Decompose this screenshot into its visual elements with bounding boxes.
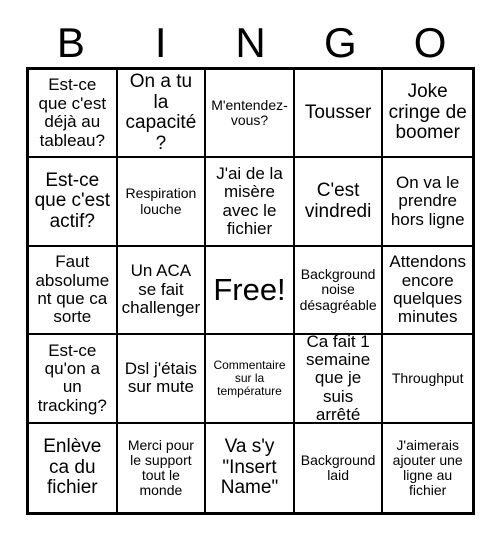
bingo-cell[interactable]: Joke cringe de boomer: [383, 70, 472, 159]
bingo-cell[interactable]: On va le prendre hors ligne: [383, 158, 472, 247]
bingo-header-letter-n: N: [235, 18, 266, 66]
bingo-cell-label: Faut absolument que ca sorte: [35, 252, 110, 327]
bingo-cell-label: Commentaire sur la température: [213, 357, 286, 398]
bingo-header-letter-o: O: [413, 18, 447, 66]
bingo-cell[interactable]: J'aimerais ajouter une ligne au fichier: [383, 423, 472, 512]
bingo-cell[interactable]: Est-ce que c'est déjà au tableau?: [29, 70, 118, 159]
bingo-cell[interactable]: C'est vindredi: [294, 158, 384, 247]
bingo-cell-label: Est-ce que c'est actif?: [34, 169, 111, 232]
bingo-cell-label: Dsl j'étais sur mute: [124, 359, 197, 397]
bingo-cell[interactable]: Background laid: [294, 423, 384, 512]
bingo-cell-label: On va le prendre hors ligne: [390, 173, 465, 229]
bingo-cell[interactable]: Ca fait 1 semaine que je suis arrêté: [294, 335, 384, 424]
bingo-cell-label: Respiration louche: [125, 185, 197, 217]
bingo-grid: Est-ce que c'est déjà au tableau? On a t…: [26, 67, 475, 515]
bingo-cell-label: Free!: [213, 272, 286, 308]
bingo-cell[interactable]: Attendons encore quelques minutes: [383, 246, 472, 336]
bingo-cell-label: Background laid: [300, 451, 376, 483]
bingo-card: B I N G O Est-ce que c'est déjà au table…: [0, 0, 501, 544]
bingo-header: B I N G O: [26, 18, 475, 67]
bingo-cell-label: Throughput: [391, 369, 464, 386]
bingo-cell-label: Joke cringe de boomer: [388, 81, 467, 144]
bingo-cell-label: Ca fait 1 semaine que je suis arrêté: [305, 335, 371, 424]
bingo-cell[interactable]: Respiration louche: [117, 158, 207, 247]
bingo-cell-label: Merci pour le support tout le monde: [127, 436, 194, 498]
bingo-cell-label: Un ACA se fait challenger: [121, 261, 201, 318]
bingo-cell-label: J'ai de la misère avec le fichier: [216, 163, 283, 238]
bingo-cell-label: Enlève ca du fichier: [43, 436, 102, 499]
bingo-cell-label: Background noise désagréable: [299, 266, 377, 313]
bingo-cell-label: Attendons encore quelques minutes: [389, 252, 466, 327]
bingo-header-letter-i: I: [154, 18, 167, 66]
bingo-cell[interactable]: Commentaire sur la température: [206, 335, 295, 424]
bingo-cell-label: Tousser: [304, 101, 372, 123]
bingo-cell-label: M'entendez-vous?: [211, 97, 288, 129]
bingo-cell[interactable]: Va s'y "Insert Name": [206, 423, 295, 512]
bingo-cell-label: C'est vindredi: [304, 180, 372, 222]
bingo-cell-label: Va s'y "Insert Name": [220, 436, 279, 499]
bingo-cell-label: Est-ce que c'est déjà au tableau?: [38, 75, 107, 150]
bingo-cell[interactable]: Tousser: [294, 70, 384, 159]
bingo-cell[interactable]: Est-ce que c'est actif?: [29, 158, 118, 247]
bingo-cell[interactable]: Faut absolument que ca sorte: [29, 246, 118, 336]
bingo-cell[interactable]: Un ACA se fait challenger: [117, 246, 207, 336]
bingo-cell[interactable]: Dsl j'étais sur mute: [117, 335, 207, 424]
bingo-cell[interactable]: M'entendez-vous?: [206, 70, 295, 159]
bingo-cell[interactable]: Est-ce qu'on a un tracking?: [29, 335, 118, 424]
bingo-cell-free[interactable]: Free!: [206, 246, 295, 336]
bingo-cell[interactable]: On a tu la capacité?: [117, 70, 207, 159]
bingo-header-letter-b: B: [56, 18, 85, 66]
bingo-cell[interactable]: Background noise désagréable: [294, 246, 384, 336]
bingo-cell-label: Est-ce qu'on a un tracking?: [37, 340, 107, 415]
bingo-header-letter-g: G: [323, 18, 357, 66]
bingo-cell-label: On a tu la capacité?: [125, 71, 197, 154]
bingo-cell[interactable]: Throughput: [383, 335, 472, 424]
bingo-cell[interactable]: J'ai de la misère avec le fichier: [206, 158, 295, 247]
bingo-cell-label: J'aimerais ajouter une ligne au fichier: [392, 436, 463, 498]
bingo-cell[interactable]: Enlève ca du fichier: [29, 423, 118, 512]
bingo-cell[interactable]: Merci pour le support tout le monde: [117, 423, 207, 512]
